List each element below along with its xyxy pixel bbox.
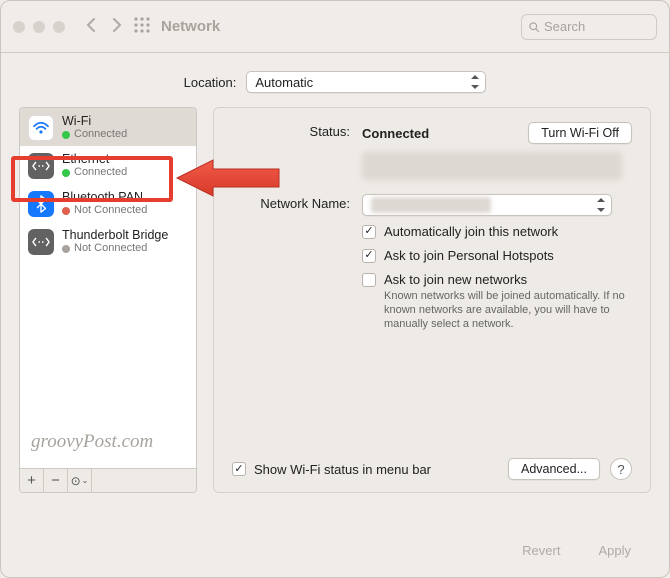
sidebar-item-label: Ethernet [62,152,127,166]
status-value: Connected [362,126,429,141]
checkbox-icon [362,225,376,239]
ask-join-hint: Known networks will be joined automatica… [384,289,632,331]
forward-button[interactable] [111,18,123,35]
redacted-status-detail [362,152,622,180]
updown-icon [469,75,481,89]
interface-options-button[interactable]: ⊙⌄ [68,469,92,492]
show-menu-bar-checkbox[interactable]: Show Wi-Fi status in menu bar [232,462,431,477]
updown-icon [595,198,607,212]
advanced-button[interactable]: Advanced... [508,458,600,480]
sidebar-item-thunderbolt-bridge[interactable]: Thunderbolt Bridge Not Connected [20,222,196,260]
turn-wifi-off-button[interactable]: Turn Wi-Fi Off [528,122,632,144]
window-controls[interactable] [13,21,65,33]
help-button[interactable]: ? [610,458,632,480]
auto-join-checkbox[interactable]: Automatically join this network [362,224,632,239]
status-dot-icon [62,245,70,253]
add-interface-button[interactable]: + [20,469,44,492]
location-value: Automatic [255,75,313,90]
ethernet-icon [28,153,54,179]
status-dot-icon [62,131,70,139]
status-dot-icon [62,169,70,177]
sidebar-controls: + − ⊙⌄ [19,469,197,493]
traffic-minimize[interactable] [33,21,45,33]
sidebar-item-ethernet[interactable]: Ethernet Connected [20,146,196,184]
apps-grid-icon[interactable] [133,16,151,37]
network-sidebar: Wi-Fi Connected Ethernet Connected [19,107,197,469]
traffic-zoom[interactable] [53,21,65,33]
thunderbolt-icon [28,229,54,255]
revert-button[interactable]: Revert [508,539,574,561]
sidebar-item-label: Wi-Fi [62,114,127,128]
network-name-select[interactable] [362,194,612,216]
back-button[interactable] [85,18,97,35]
watermark: groovyPost.com [31,431,153,453]
bluetooth-icon [28,191,54,217]
search-icon [528,21,540,33]
window-title: Network [161,18,220,35]
personal-hotspot-checkbox[interactable]: Ask to join Personal Hotspots [362,248,632,263]
remove-interface-button[interactable]: − [44,469,68,492]
location-label: Location: [184,75,237,90]
ask-join-new-checkbox[interactable]: Ask to join new networks [362,272,632,287]
location-select[interactable]: Automatic [246,71,486,93]
status-dot-icon [62,207,70,215]
sidebar-item-label: Thunderbolt Bridge [62,228,168,242]
checkbox-icon [362,249,376,263]
sidebar-item-wifi[interactable]: Wi-Fi Connected [20,108,196,146]
status-label: Status: [232,122,350,139]
sidebar-item-label: Bluetooth PAN [62,190,147,204]
network-name-label: Network Name: [232,194,350,211]
checkbox-icon [362,273,376,287]
checkbox-icon [232,462,246,476]
search-placeholder: Search [544,19,585,34]
search-input[interactable]: Search [521,14,657,40]
redacted-network-name [371,197,491,213]
traffic-close[interactable] [13,21,25,33]
sidebar-item-bluetooth-pan[interactable]: Bluetooth PAN Not Connected [20,184,196,222]
wifi-icon [28,115,54,141]
apply-button[interactable]: Apply [584,539,645,561]
detail-pane: Status: Connected Turn Wi-Fi Off Network… [213,107,651,493]
